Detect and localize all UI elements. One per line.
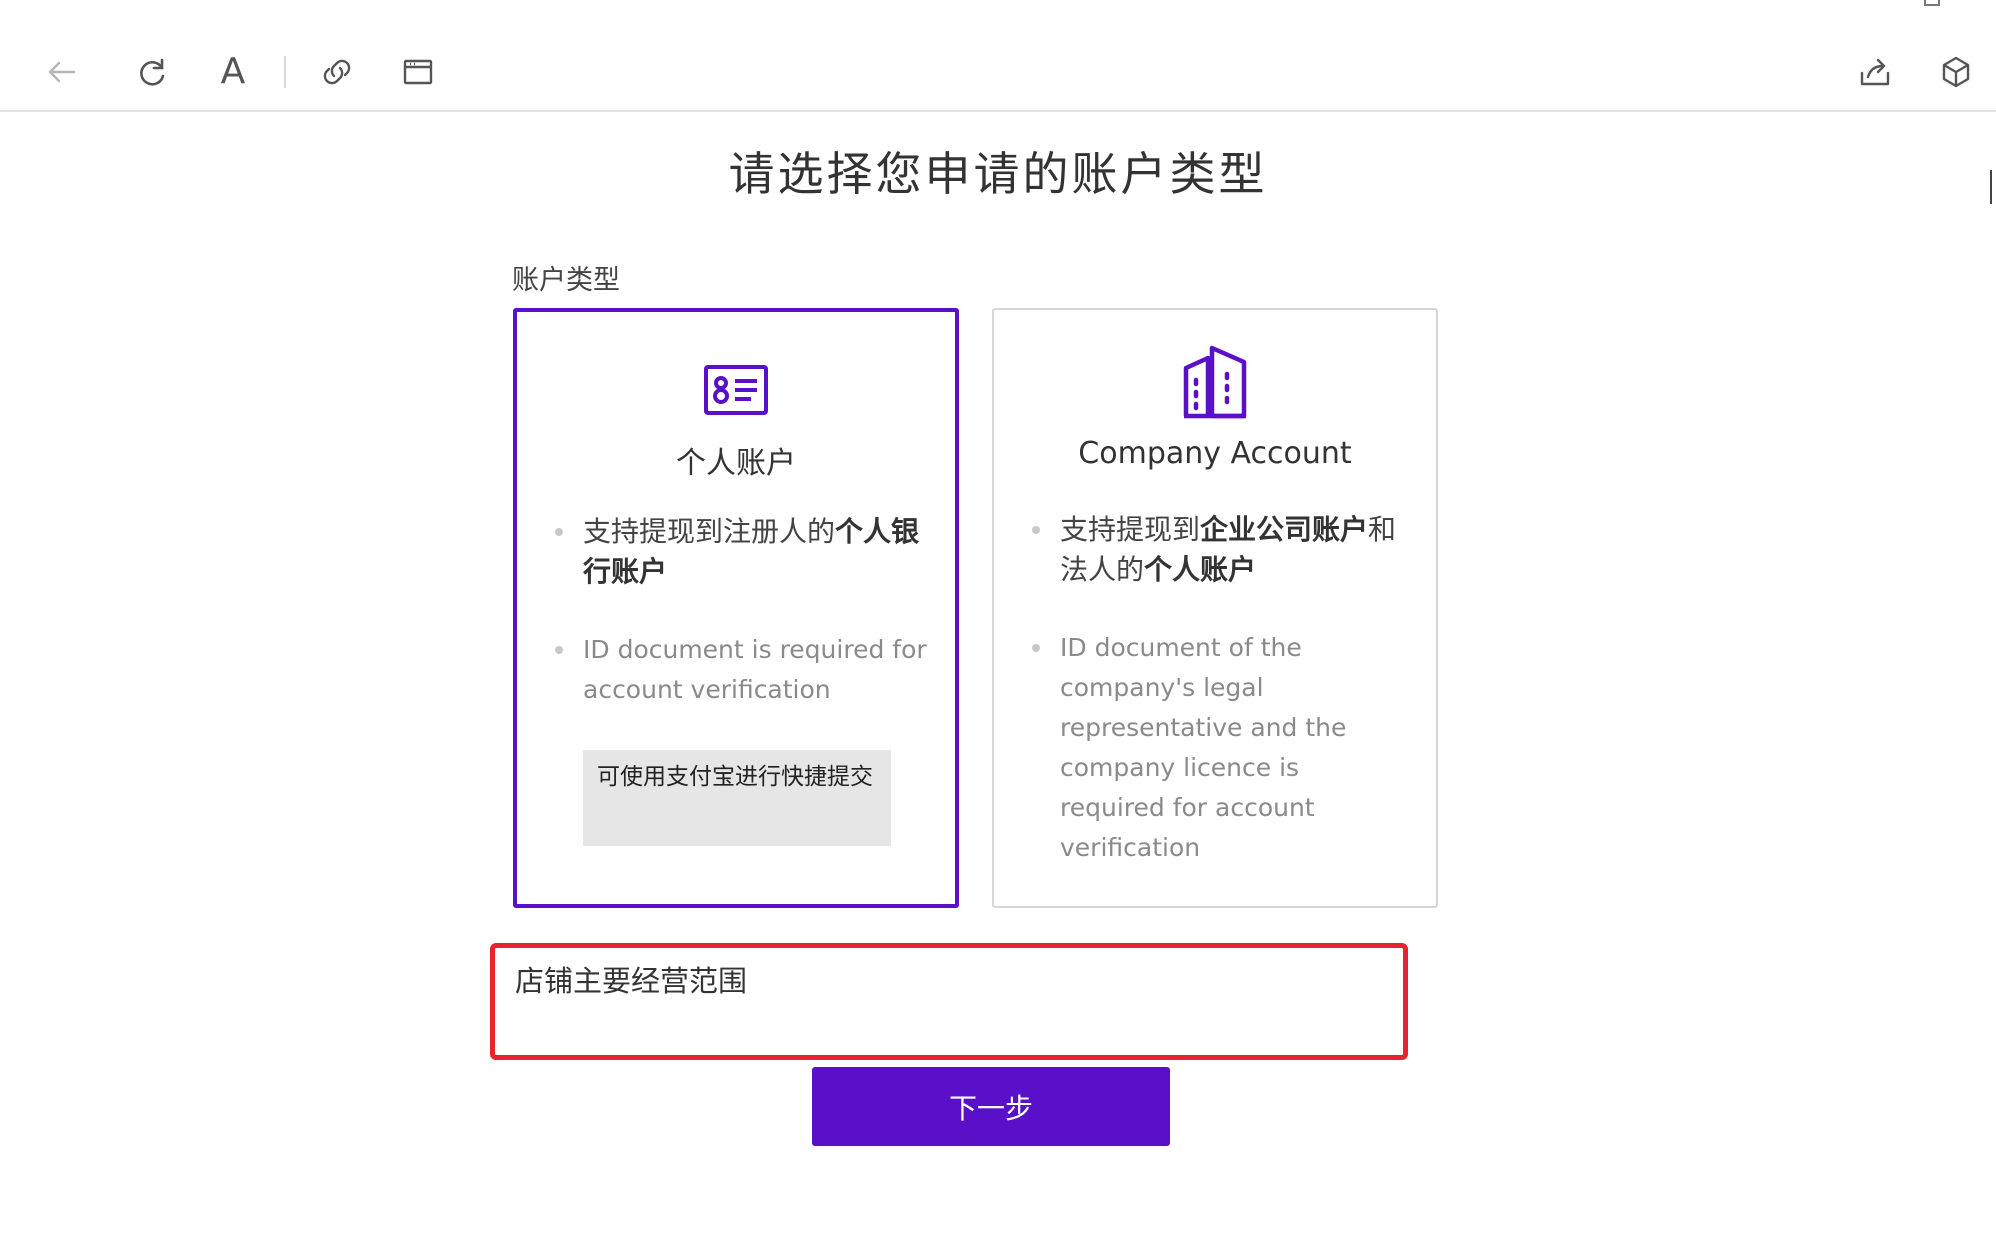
- reload-icon[interactable]: [128, 48, 176, 96]
- company-card-title: Company Account: [1078, 436, 1352, 471]
- cube-icon[interactable]: [1932, 48, 1980, 96]
- alipay-quick-submit[interactable]: 可使用支付宝进行快捷提交: [583, 750, 891, 846]
- company-feature-list: 支持提现到企业公司账户和法人的个人账户 ID document of the c…: [1032, 510, 1410, 868]
- personal-card-title: 个人账户: [676, 446, 796, 481]
- account-type-label: 账户类型: [512, 265, 620, 296]
- link-icon[interactable]: [313, 48, 361, 96]
- back-icon[interactable]: [38, 48, 86, 96]
- id-card-icon: [517, 364, 955, 416]
- personal-bullet-id-doc: ID document is required for account veri…: [555, 630, 929, 710]
- share-icon[interactable]: [1851, 48, 1899, 96]
- company-bullet-bold-1: 企业公司账户: [1200, 513, 1369, 546]
- font-size-button[interactable]: A: [209, 48, 257, 96]
- window-icon[interactable]: [394, 48, 442, 96]
- window-corner-icon: [1924, 0, 1940, 6]
- personal-bullet-withdraw: 支持提现到注册人的个人银行账户: [555, 512, 929, 592]
- personal-feature-list: 支持提现到注册人的个人银行账户 ID document is required …: [555, 512, 929, 710]
- toolbar-divider: [284, 56, 286, 88]
- company-account-card[interactable]: Company Account 支持提现到企业公司账户和法人的个人账户 ID d…: [992, 308, 1438, 908]
- personal-account-card[interactable]: 个人账户 支持提现到注册人的个人银行账户 ID document is requ…: [513, 308, 959, 908]
- company-bullet-text-1: 支持提现到: [1060, 513, 1201, 546]
- personal-bullet-text: 支持提现到注册人的: [583, 515, 836, 548]
- page-title: 请选择您申请的账户类型: [728, 147, 1268, 201]
- company-bullet-withdraw: 支持提现到企业公司账户和法人的个人账户: [1032, 510, 1410, 590]
- company-bullet-id-doc: ID document of the company's legal repre…: [1032, 628, 1410, 868]
- font-icon-label: A: [220, 51, 246, 92]
- business-scope-field[interactable]: 店铺主要经营范围: [490, 943, 1408, 1060]
- business-scope-label: 店铺主要经营范围: [515, 964, 748, 998]
- next-step-button[interactable]: 下一步: [812, 1067, 1170, 1146]
- buildings-icon: [994, 344, 1436, 420]
- company-bullet-bold-2: 个人账户: [1144, 553, 1257, 586]
- browser-toolbar: A: [0, 0, 1996, 112]
